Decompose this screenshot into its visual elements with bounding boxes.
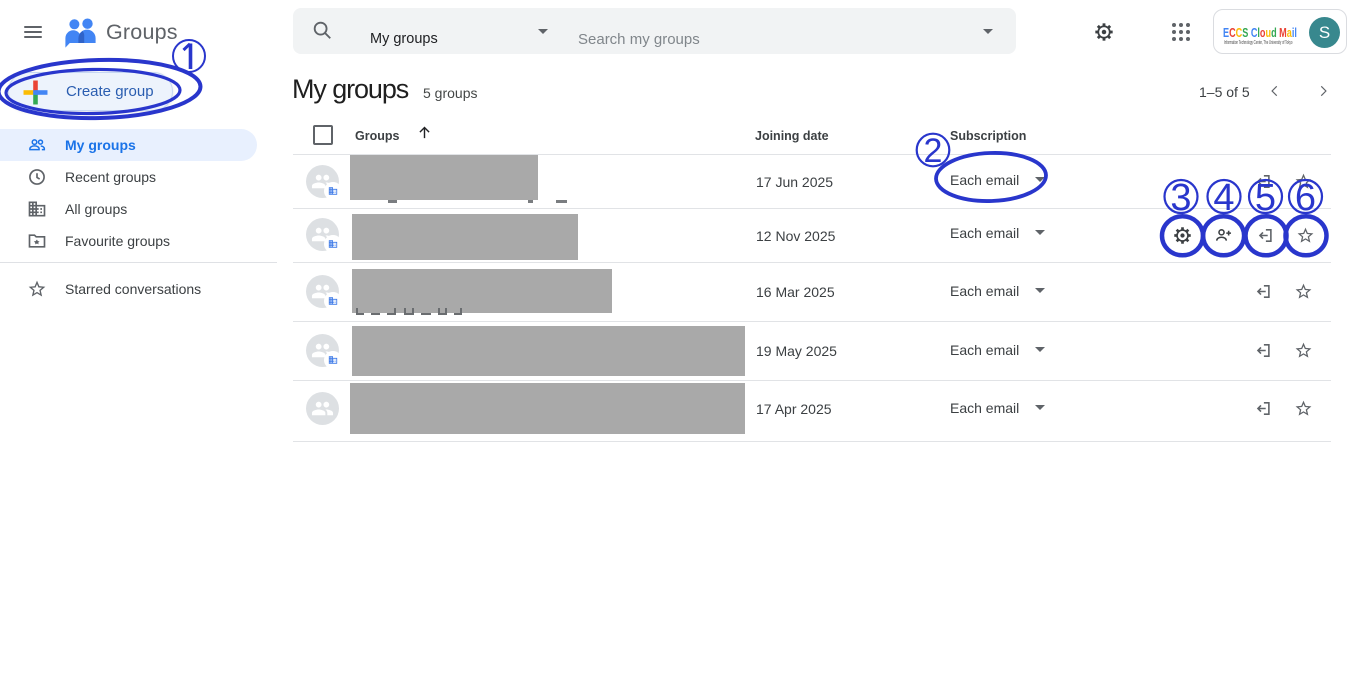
svg-text:3: 3: [1170, 177, 1191, 219]
svg-text:2: 2: [924, 132, 943, 170]
svg-text:4: 4: [1213, 177, 1234, 219]
